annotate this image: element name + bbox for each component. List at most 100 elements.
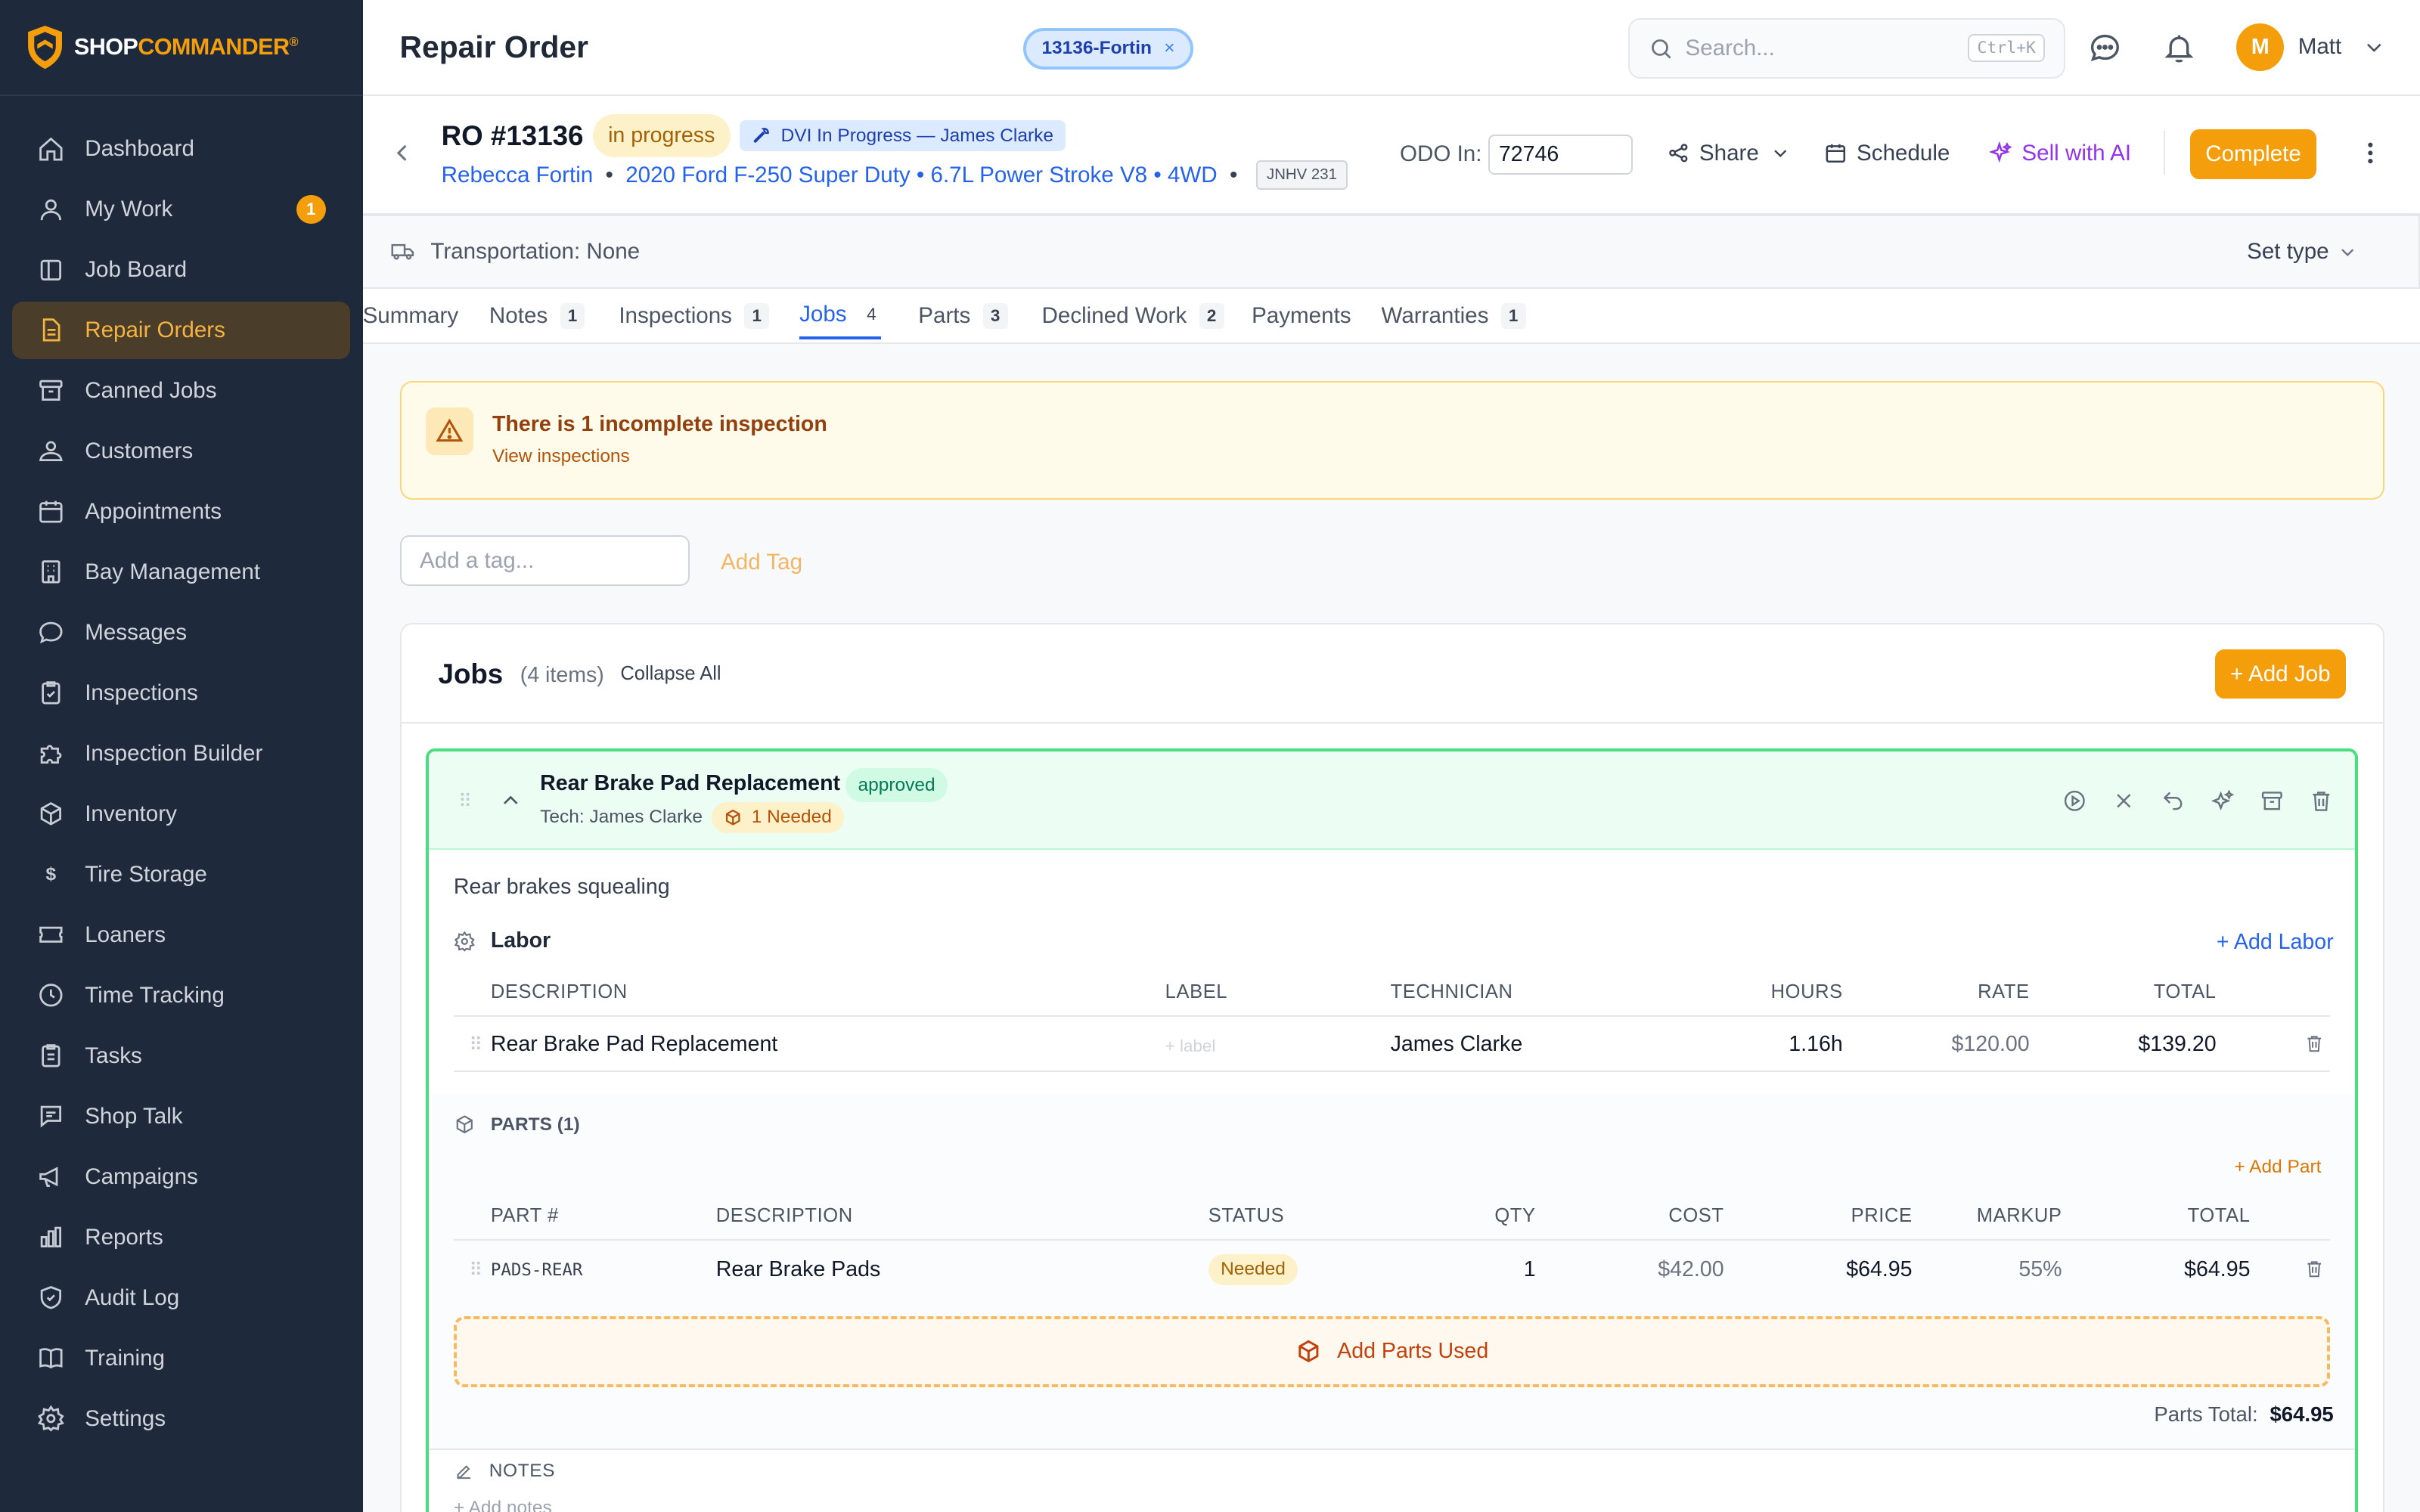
sidebar-item-loaners[interactable]: Loaners (12, 906, 350, 964)
my-work-count-badge: 1 (296, 194, 326, 225)
part-status-badge[interactable]: Needed (1208, 1254, 1298, 1285)
share-icon (1667, 141, 1699, 165)
sparkles-icon[interactable] (2211, 789, 2235, 813)
avatar: M (2236, 23, 2285, 71)
complete-button[interactable]: Complete (2189, 129, 2317, 179)
tab-count: 1 (1500, 303, 1526, 330)
parts-header-status: STATUS (1208, 1204, 1285, 1226)
job-status-badge: approved (845, 768, 948, 803)
open-ro-chip[interactable]: 13136-Fortin × (1023, 27, 1193, 70)
dvi-status-badge[interactable]: DVI In Progress — James Clarke (739, 120, 1066, 151)
message-square-icon (37, 1102, 65, 1130)
sidebar-item-dashboard[interactable]: Dashboard (12, 120, 350, 178)
tab-count: 4 (867, 305, 876, 324)
add-job-button[interactable]: + Add Job (2214, 649, 2347, 699)
sidebar-item-tasks[interactable]: Tasks (12, 1027, 350, 1085)
sidebar-item-inspections[interactable]: Inspections (12, 665, 350, 722)
tab-inspections[interactable]: Inspections 1 (619, 293, 770, 339)
job-name[interactable]: Rear Brake Pad Replacement (540, 771, 840, 796)
add-parts-used-button[interactable]: Add Parts Used (453, 1315, 2331, 1387)
undo-icon[interactable] (2161, 789, 2186, 813)
logo[interactable]: SHOPCOMMANDER® (0, 0, 363, 96)
sidebar-item-shop-talk[interactable]: Shop Talk (12, 1088, 350, 1145)
share-button[interactable]: Share (1667, 141, 1799, 166)
sidebar-item-inspection-builder[interactable]: Inspection Builder (12, 725, 350, 782)
sidebar-item-customers[interactable]: Customers (12, 423, 350, 480)
clipboard-check-icon (37, 679, 65, 707)
close-icon[interactable] (2111, 789, 2136, 813)
vehicle-link[interactable]: 2020 Ford F-250 Super Duty • 6.7L Power … (625, 163, 1217, 188)
user-menu[interactable]: M Matt (2236, 23, 2384, 71)
sidebar-item-label: Inspection Builder (85, 740, 263, 766)
search-input[interactable]: Search... Ctrl+K (1628, 18, 2065, 79)
sidebar-item-tire-storage[interactable]: $ Tire Storage (12, 846, 350, 903)
trash-icon[interactable] (2309, 789, 2334, 813)
tag-input[interactable] (399, 535, 690, 587)
schedule-button[interactable]: Schedule (1824, 141, 1950, 166)
play-circle-icon[interactable] (2062, 789, 2087, 813)
sidebar-item-time-tracking[interactable]: Time Tracking (12, 967, 350, 1024)
add-notes-button[interactable]: + Add notes (454, 1498, 552, 1512)
part-markup[interactable]: 55% (2018, 1257, 2062, 1282)
sidebar-item-audit-log[interactable]: Audit Log (12, 1269, 350, 1327)
sidebar-item-appointments[interactable]: Appointments (12, 483, 350, 541)
sidebar-item-messages[interactable]: Messages (12, 604, 350, 662)
collapse-all-button[interactable]: Collapse All (620, 663, 721, 685)
part-cost[interactable]: $42.00 (1658, 1257, 1723, 1282)
sidebar-item-label: Inspections (85, 680, 198, 705)
sidebar-item-label: Tasks (85, 1043, 142, 1068)
add-part-button[interactable]: + Add Part (2234, 1157, 2321, 1178)
parts-header-cost: COST (1668, 1204, 1724, 1226)
tab-summary[interactable]: Summary (363, 293, 459, 339)
labor-hours[interactable]: 1.16h (1789, 1032, 1842, 1057)
sidebar-item-my-work[interactable]: My Work 1 (12, 181, 350, 238)
more-vertical-icon[interactable] (2356, 139, 2384, 167)
bell-icon[interactable] (2162, 31, 2196, 65)
tab-notes[interactable]: Notes 1 (489, 293, 585, 339)
customer-link[interactable]: Rebecca Fortin (442, 163, 594, 188)
labor-description[interactable]: Rear Brake Pad Replacement (491, 1032, 777, 1057)
trash-icon[interactable] (2304, 1259, 2325, 1279)
trash-icon[interactable] (2304, 1033, 2325, 1054)
parts-section-title: PARTS (1) (454, 1114, 580, 1136)
set-type-dropdown[interactable]: Set type (2247, 239, 2372, 265)
close-icon[interactable]: × (1164, 38, 1174, 59)
tab-warranties[interactable]: Warranties 1 (1382, 293, 1526, 339)
archive-icon[interactable] (2260, 789, 2285, 813)
add-labor-button[interactable]: + Add Labor (2217, 930, 2334, 955)
tab-parts[interactable]: Parts 3 (918, 293, 1008, 339)
labor-label-add[interactable]: + label (1165, 1036, 1216, 1056)
drag-handle-icon[interactable]: ⠿ (458, 790, 472, 813)
add-tag-button[interactable]: Add Tag (721, 550, 802, 575)
drag-handle-icon[interactable]: ⠿ (469, 1033, 482, 1056)
chevron-left-icon[interactable] (390, 141, 415, 166)
labor-rate[interactable]: $120.00 (1951, 1032, 2029, 1057)
part-description[interactable]: Rear Brake Pads (716, 1257, 881, 1282)
view-inspections-link[interactable]: View inspections (492, 446, 630, 467)
sidebar-item-reports[interactable]: Reports (12, 1209, 350, 1266)
drag-handle-icon[interactable]: ⠿ (469, 1259, 482, 1281)
sidebar-item-training[interactable]: Training (12, 1330, 350, 1387)
sidebar-item-campaigns[interactable]: Campaigns (12, 1148, 350, 1206)
sidebar-item-inventory[interactable]: Inventory (12, 785, 350, 843)
labor-technician[interactable]: James Clarke (1391, 1032, 1523, 1057)
part-price[interactable]: $64.95 (1846, 1257, 1912, 1282)
part-number[interactable]: PADS-REAR (491, 1260, 583, 1280)
sell-with-ai-button[interactable]: Sell with AI (1989, 141, 2131, 166)
sidebar-item-job-board[interactable]: Job Board (12, 241, 350, 299)
sidebar-item-repair-orders[interactable]: Repair Orders (12, 302, 351, 359)
chevron-up-icon[interactable] (500, 790, 522, 812)
tab-declined-work[interactable]: Declined Work 2 (1042, 293, 1224, 339)
sidebar-item-settings[interactable]: Settings (12, 1390, 350, 1448)
odometer-input[interactable] (1488, 134, 1634, 175)
part-qty[interactable]: 1 (1524, 1257, 1536, 1282)
tab-label: Declined Work (1041, 303, 1187, 329)
sidebar-item-canned-jobs[interactable]: Canned Jobs (12, 362, 350, 420)
chat-bubble-icon[interactable] (2088, 31, 2122, 65)
status-badge[interactable]: in progress (592, 114, 731, 158)
tab-payments[interactable]: Payments (1252, 293, 1351, 339)
tab-jobs[interactable]: Jobs 4 (799, 293, 882, 339)
sidebar-item-bay-management[interactable]: Bay Management (12, 544, 350, 601)
jobs-card: Jobs (4 items) Collapse All + Add Job ⠿ … (399, 623, 2385, 1512)
sidebar-item-label: Inventory (85, 801, 177, 826)
